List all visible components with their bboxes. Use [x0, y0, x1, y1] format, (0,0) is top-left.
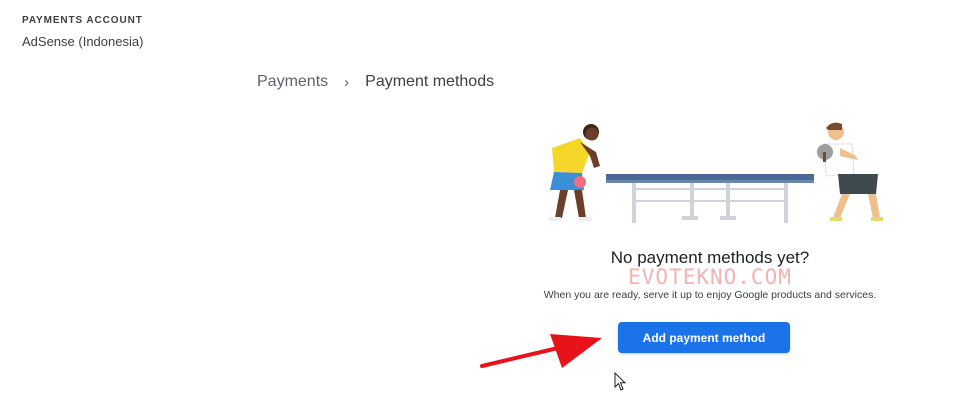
- watermark-text: EVOTEKNO.COM: [628, 265, 792, 289]
- payments-account-label: PAYMENTS ACCOUNT: [22, 15, 143, 26]
- breadcrumb: Payments › Payment methods: [257, 73, 494, 91]
- add-payment-method-button[interactable]: Add payment method: [618, 322, 790, 353]
- right-player-figure: [817, 122, 883, 221]
- red-arrow-annotation: [480, 334, 602, 368]
- chevron-right-icon: ›: [344, 73, 350, 91]
- mouse-cursor-icon: [614, 372, 627, 391]
- empty-state-subtitle: When you are ready, serve it up to enjoy…: [543, 289, 877, 301]
- left-player-figure: [549, 124, 600, 221]
- table-tennis-table: [606, 174, 814, 223]
- breadcrumb-payments-link[interactable]: Payments: [257, 73, 328, 91]
- breadcrumb-current-page: Payment methods: [365, 73, 495, 90]
- payments-account-name: AdSense (Indonesia): [22, 34, 144, 49]
- ping-pong-illustration: [549, 122, 883, 223]
